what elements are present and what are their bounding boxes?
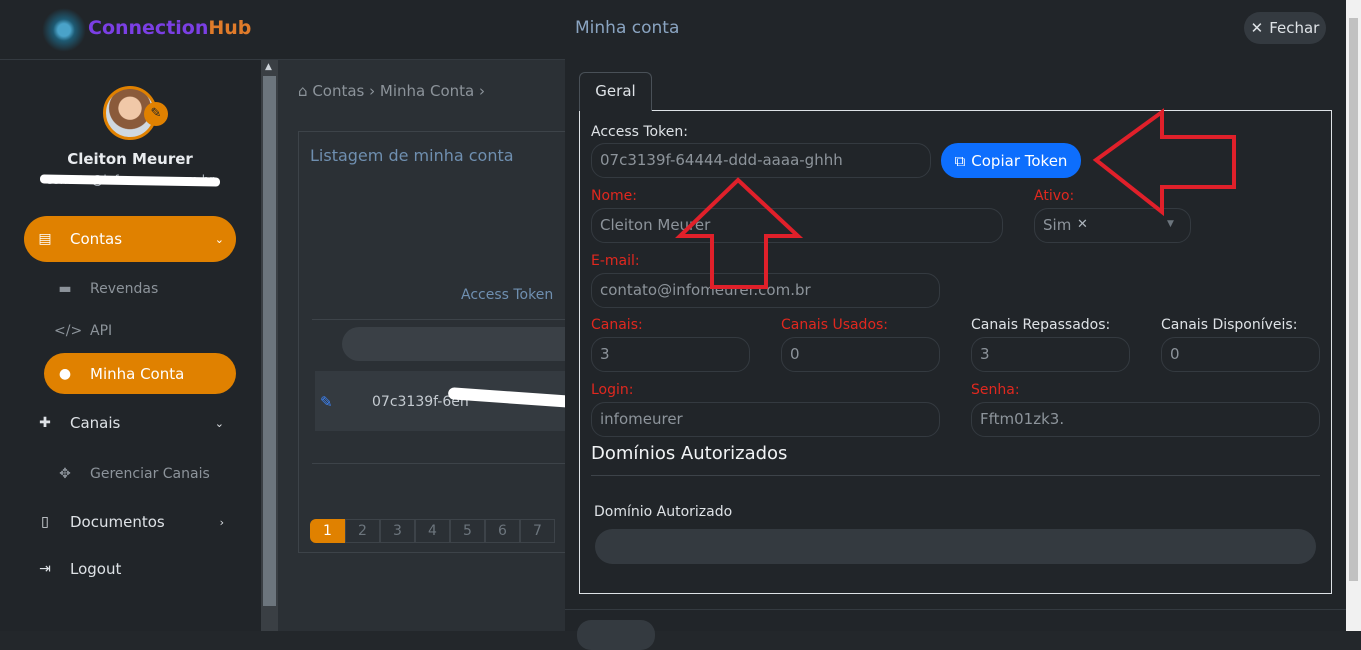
divider bbox=[591, 475, 1320, 476]
sidebar-item-label: Logout bbox=[70, 560, 122, 578]
page-button[interactable]: 5 bbox=[450, 519, 485, 543]
sidebar-item-revendas[interactable]: ▬ Revendas bbox=[54, 279, 158, 299]
sidebar-item-label: Canais bbox=[70, 414, 121, 432]
chevron-down-icon: ⌄ bbox=[214, 232, 224, 246]
brand-name-part1: Connection bbox=[88, 17, 209, 39]
sidebar-scrollbar[interactable]: ▲ bbox=[261, 60, 278, 631]
login-label: Login: bbox=[591, 382, 634, 398]
divider bbox=[312, 463, 572, 464]
copy-icon: ⧉ bbox=[954, 151, 966, 170]
page-button[interactable]: 1 bbox=[310, 519, 345, 543]
senha-label: Senha: bbox=[971, 382, 1020, 398]
close-button-label: Fechar bbox=[1269, 19, 1320, 37]
id-card-icon: ▬ bbox=[58, 281, 72, 297]
card-title: Listagem de minha conta bbox=[310, 146, 514, 165]
page-button[interactable]: 7 bbox=[520, 519, 555, 543]
nome-label: Nome: bbox=[591, 188, 638, 204]
copy-token-label: Copiar Token bbox=[971, 151, 1068, 170]
email-label: E-mail: bbox=[591, 253, 640, 269]
clear-icon[interactable]: ✕ bbox=[1077, 217, 1088, 232]
tab-geral[interactable]: Geral bbox=[579, 72, 652, 111]
edit-icon[interactable]: ✎ bbox=[320, 393, 333, 411]
canais-field[interactable]: 3 bbox=[591, 337, 750, 372]
pagination: 1 2 3 4 5 6 7 bbox=[310, 519, 555, 543]
code-icon: </> bbox=[54, 323, 83, 339]
sidebar-item-gerenciar-canais[interactable]: ✥ Gerenciar Canais bbox=[54, 464, 210, 484]
sidebar-item-label: API bbox=[90, 323, 113, 339]
chevron-right-icon: › bbox=[219, 515, 224, 529]
column-header-access-token: Access Token bbox=[461, 287, 554, 303]
login-field[interactable]: infomeurer bbox=[591, 402, 940, 437]
address-book-icon: ▤ bbox=[38, 231, 52, 247]
page-button[interactable]: 3 bbox=[380, 519, 415, 543]
canais-label: Canais: bbox=[591, 317, 643, 333]
page-button[interactable]: 6 bbox=[485, 519, 520, 543]
sidebar-item-label: Gerenciar Canais bbox=[90, 466, 210, 482]
user-name: Cleiton Meurer bbox=[67, 150, 193, 168]
breadcrumb: ⌂ Contas › Minha Conta › bbox=[298, 82, 485, 100]
chevron-right-icon: › bbox=[369, 82, 380, 100]
search-input[interactable] bbox=[342, 327, 582, 361]
sidebar-item-label: Revendas bbox=[90, 281, 159, 297]
caret-down-icon[interactable]: ▼ bbox=[1167, 219, 1174, 229]
access-token-label: Access Token: bbox=[591, 124, 688, 140]
ativo-label: Ativo: bbox=[1034, 188, 1075, 204]
canais-usados-label: Canais Usados: bbox=[781, 317, 889, 333]
nome-field[interactable]: Cleiton Meurer bbox=[591, 208, 1003, 243]
scrollbar-thumb[interactable] bbox=[263, 76, 276, 606]
breadcrumb-item[interactable]: Minha Conta bbox=[380, 82, 474, 100]
scroll-up-icon[interactable]: ▲ bbox=[265, 62, 272, 72]
footer-button[interactable] bbox=[577, 620, 655, 650]
brand-name-part2: Hub bbox=[208, 17, 252, 39]
modal-title: Minha conta bbox=[575, 18, 680, 38]
breadcrumb-item[interactable]: Contas bbox=[312, 82, 364, 100]
dominio-label: Domínio Autorizado bbox=[594, 504, 733, 520]
divider bbox=[565, 609, 1346, 610]
close-icon: ✕ bbox=[1250, 19, 1264, 37]
canais-disponiveis-label: Canais Disponíveis: bbox=[1161, 317, 1298, 333]
pencil-icon[interactable]: ✎ bbox=[144, 102, 168, 126]
canais-disponiveis-field[interactable]: 0 bbox=[1161, 337, 1320, 372]
sidebar: ConnectionHub ✎ Cleiton Meurer contato@i… bbox=[0, 0, 278, 631]
sidebar-item-label: Contas bbox=[70, 230, 123, 248]
page-button[interactable]: 2 bbox=[345, 519, 380, 543]
senha-field[interactable]: Fftm01zk3. bbox=[971, 402, 1320, 437]
sidebar-item-label: Minha Conta bbox=[90, 364, 185, 383]
dominios-title: Domínios Autorizados bbox=[591, 443, 788, 464]
file-icon: ▯ bbox=[41, 514, 49, 530]
main-content: ⌂ Contas › Minha Conta › Listagem de min… bbox=[278, 0, 598, 631]
sidebar-item-api[interactable]: </> API bbox=[54, 321, 112, 341]
move-icon: ✥ bbox=[59, 466, 71, 482]
divider bbox=[312, 319, 572, 320]
brand-name[interactable]: ConnectionHub bbox=[88, 17, 251, 39]
copy-token-button[interactable]: ⧉ Copiar Token bbox=[941, 143, 1081, 178]
sign-out-icon: ⇥ bbox=[39, 561, 51, 577]
logo-icon bbox=[42, 8, 86, 52]
sidebar-item-documentos[interactable]: ▯ Documentos › bbox=[34, 512, 236, 532]
sidebar-item-minha-conta[interactable]: ● Minha Conta bbox=[44, 353, 236, 394]
puzzle-icon: ✚ bbox=[39, 415, 51, 431]
page-scrollbar[interactable] bbox=[1346, 0, 1361, 631]
chevron-down-icon: ⌄ bbox=[214, 416, 224, 430]
access-token-field[interactable]: 07c3139f-64444-ddd-aaaa-ghhh bbox=[591, 143, 931, 178]
dominio-input[interactable] bbox=[595, 529, 1316, 564]
sidebar-item-contas[interactable]: ▤ Contas ⌄ bbox=[24, 216, 236, 262]
scrollbar-thumb[interactable] bbox=[1349, 18, 1358, 581]
top-bar bbox=[278, 0, 565, 60]
home-icon[interactable]: ⌂ bbox=[298, 82, 308, 100]
email-field[interactable]: contato@infomeurer.com.br bbox=[591, 273, 940, 308]
brand-header: ConnectionHub bbox=[0, 0, 278, 60]
user-icon: ● bbox=[58, 365, 72, 382]
canais-repassados-field[interactable]: 3 bbox=[971, 337, 1130, 372]
canais-repassados-label: Canais Repassados: bbox=[971, 317, 1111, 333]
close-button[interactable]: ✕ Fechar bbox=[1244, 12, 1326, 44]
chevron-right-icon: › bbox=[479, 82, 486, 100]
sidebar-item-logout[interactable]: ⇥ Logout bbox=[34, 559, 121, 579]
page-button[interactable]: 4 bbox=[415, 519, 450, 543]
sidebar-item-label: Documentos bbox=[70, 513, 165, 531]
sidebar-item-canais[interactable]: ✚ Canais ⌄ bbox=[34, 413, 236, 433]
canais-usados-field[interactable]: 0 bbox=[781, 337, 940, 372]
